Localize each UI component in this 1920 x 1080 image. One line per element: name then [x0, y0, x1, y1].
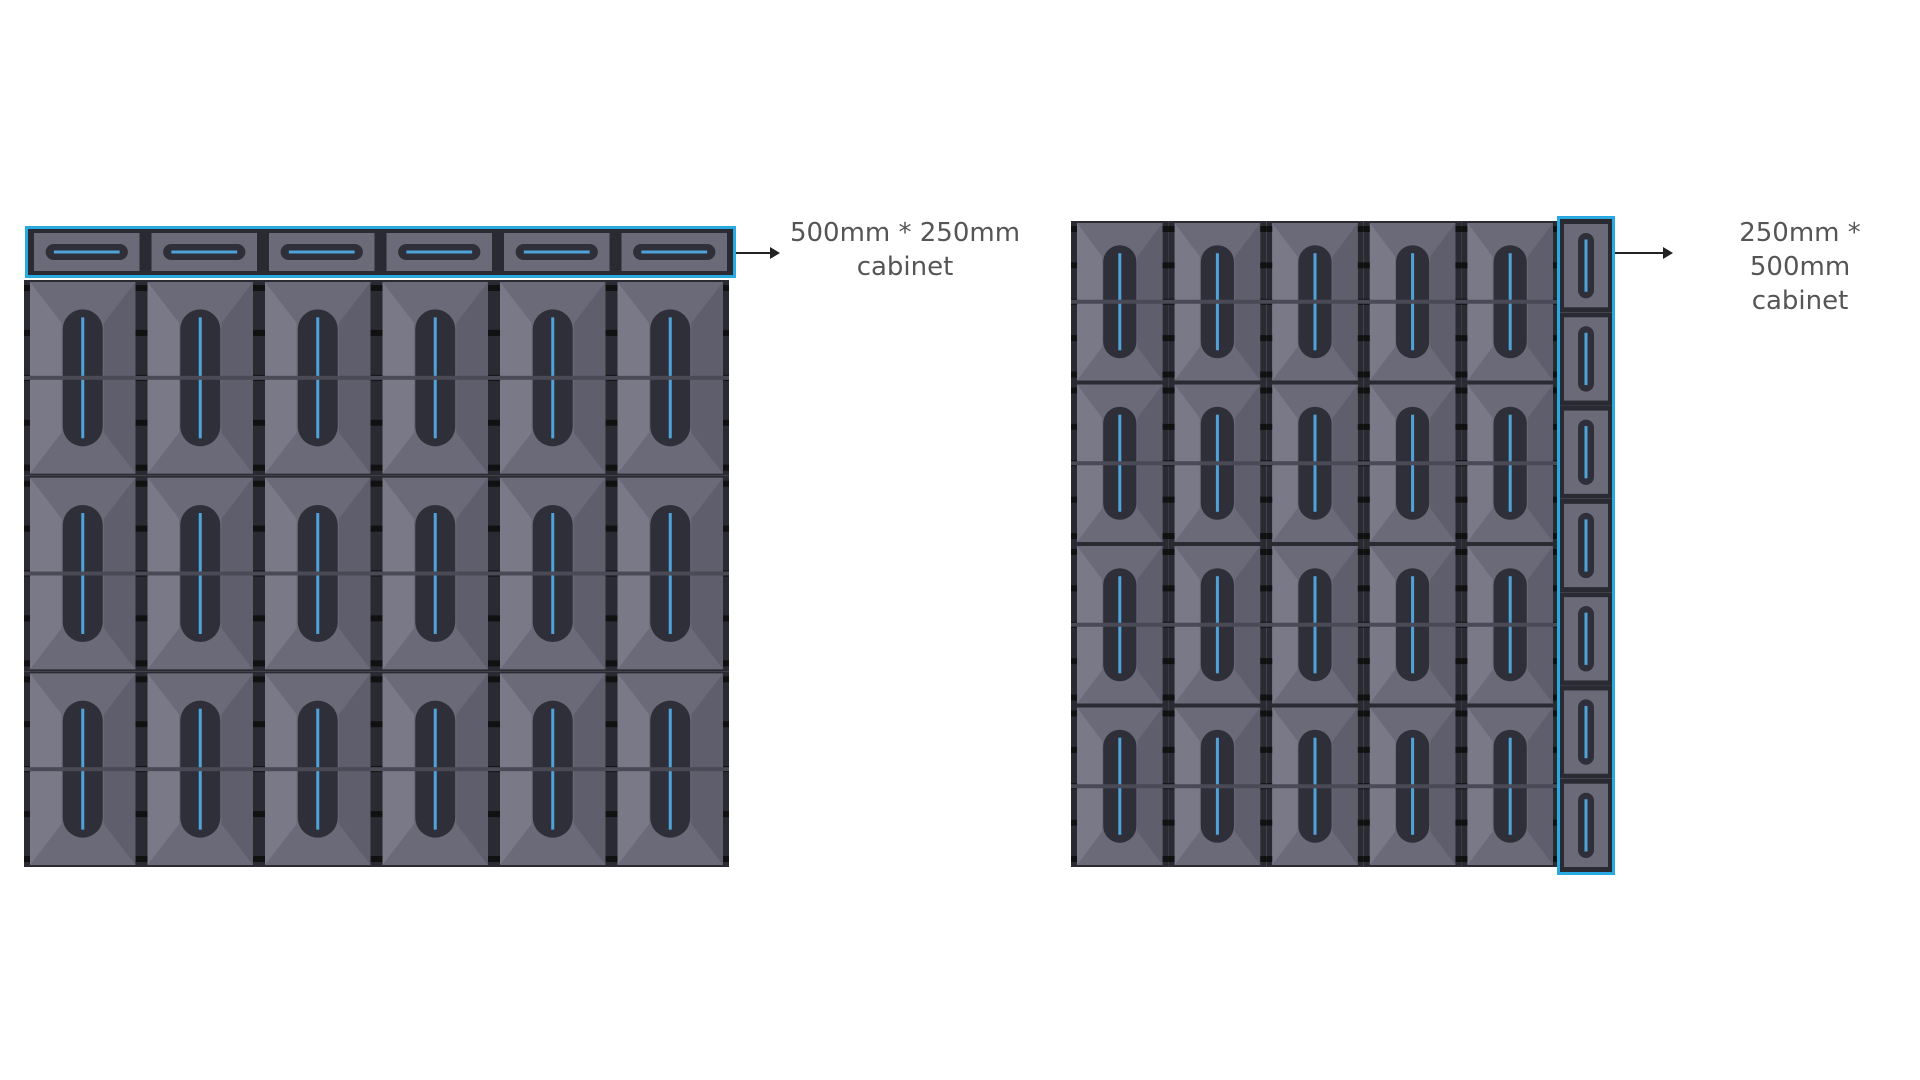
right-led-wall-250x500	[1071, 221, 1559, 867]
right-arrow-icon	[1615, 247, 1673, 259]
left-row-seam-1	[24, 375, 729, 380]
right-caption-type: cabinet	[1751, 286, 1849, 316]
right-row-seam-2	[1071, 461, 1559, 466]
right-caption-size: 250mm * 500mm	[1739, 218, 1861, 282]
left-arrow-icon	[736, 247, 780, 259]
right-row-seam-4	[1071, 784, 1559, 789]
left-cabinet-caption: 500mm * 250mm cabinet	[785, 216, 1025, 284]
left-caption-type: cabinet	[856, 252, 954, 282]
right-cabinet-caption: 250mm * 500mm cabinet	[1685, 216, 1915, 318]
left-row-seam-3	[24, 767, 729, 772]
right-cabinet-highlight-box	[1557, 216, 1615, 875]
left-caption-size: 500mm * 250mm	[789, 218, 1021, 248]
right-row-seam-3	[1071, 622, 1559, 627]
right-row-seam-1	[1071, 299, 1559, 304]
left-row-seam-2	[24, 571, 729, 576]
left-led-wall-500x250	[24, 280, 729, 867]
left-cabinet-highlight-box	[25, 226, 736, 278]
